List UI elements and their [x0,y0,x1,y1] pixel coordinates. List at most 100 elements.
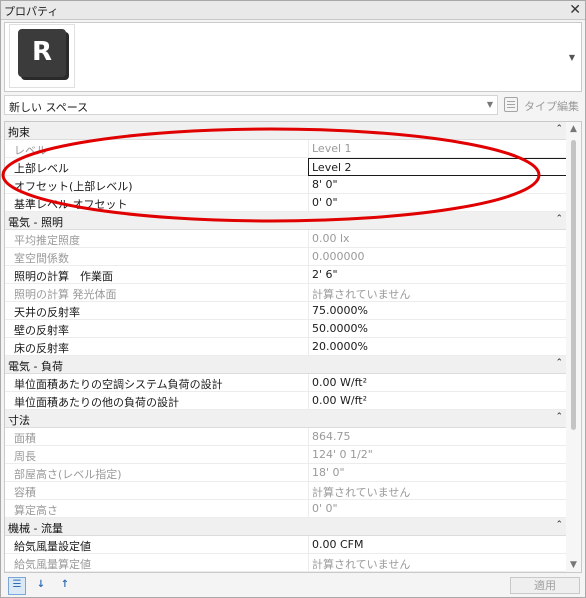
property-name: 照明の計算 作業面 [14,270,113,283]
scroll-thumb[interactable] [571,140,576,430]
property-value: 0.00 CFM [312,538,364,551]
chevron-down-icon[interactable]: ▼ [569,53,575,62]
sort-descending-button[interactable]: ↑ [56,577,74,595]
group-header[interactable]: 寸法 ⌃ [5,410,567,428]
property-value: 18' 0" [312,466,345,479]
property-row: 単位面積あたりの空調システム負荷の設計 0.00 W/ft² [5,374,567,392]
properties-grid[interactable]: 拘束 ⌃ レベル Level 1 上部レベル Level 2 オフセット(上部レベル) 8' … [4,121,582,573]
collapse-icon[interactable]: ⌃ [555,124,563,134]
property-row: 平均推定照度 0.00 lx [5,230,567,248]
property-value: 2' 6" [312,268,338,281]
property-value-field[interactable]: 50.0000% [308,320,567,337]
property-value: 0.00 W/ft² [312,394,367,407]
property-name: 算定高さ [14,504,58,517]
property-row: レベル Level 1 [5,140,567,158]
property-name: 床の反射率 [14,342,69,355]
footer-bar: ☰ ↓ ↑ 適用 [4,576,582,596]
property-value-field[interactable]: 75.0000% [308,302,567,319]
type-preview[interactable]: R ▼ [4,22,582,92]
property-value-field[interactable]: 0.00 W/ft² [308,392,567,409]
property-value: 0.00 W/ft² [312,376,367,389]
property-row: 室空間係数 0.000000 [5,248,567,266]
collapse-icon[interactable]: ⌃ [555,520,563,530]
property-row: 面積 864.75 [5,428,567,446]
group-header[interactable]: 電気 - 照明 ⌃ [5,212,567,230]
property-value-field-active[interactable]: Level 2 [308,158,581,176]
group-title: 拘束 [8,126,30,139]
property-row: 算定高さ 0' 0" [5,500,567,518]
property-value-field: 計算されていません [308,482,567,499]
group-header[interactable]: 拘束 ⌃ [5,122,567,140]
property-name: 単位面積あたりの他の負荷の設計 [14,396,179,409]
property-value-field[interactable]: 0.00 CFM [308,536,567,553]
property-name: 上部レベル [14,162,69,175]
categorized-view-button[interactable]: ☰ [8,577,26,595]
group-header[interactable]: 機械 - 流量 ⌃ [5,518,567,536]
property-row: 容積 計算されていません [5,482,567,500]
property-name: 給気風量算定値 [14,558,91,571]
property-value-field[interactable]: 20.0000% [308,338,567,355]
close-icon[interactable]: ✕ [569,1,581,19]
property-value-field[interactable]: 8' 0" [308,176,567,193]
property-row: 基準レベル オフセット 0' 0" [5,194,567,212]
instance-selector-row: 新しい スペース ▼ タイプ編集 [4,95,582,115]
window-title: プロパティ [4,5,59,18]
property-row: 給気風量算定値 計算されていません [5,554,567,572]
property-row: 部屋高さ(レベル指定) 18' 0" [5,464,567,482]
group-title: 電気 - 負荷 [8,360,63,373]
chevron-down-icon: ▼ [486,100,493,109]
property-row: 給気風量設定値 0.00 CFM [5,536,567,554]
property-value: 0' 0" [312,502,338,515]
edit-type-button[interactable]: タイプ編集 [502,95,582,115]
sort-za-icon: ↑ [60,579,70,590]
property-value: Level 2 [312,161,352,174]
property-value: 計算されていません [312,486,411,499]
scroll-down-icon[interactable]: ▼ [566,560,581,570]
sort-ascending-button[interactable]: ↓ [32,577,50,595]
property-name: 壁の反射率 [14,324,69,337]
property-row: 壁の反射率 50.0000% [5,320,567,338]
scroll-up-icon[interactable]: ▲ [566,124,581,134]
property-value-field[interactable]: 2' 6" [308,266,567,283]
property-value: Level 1 [312,142,352,155]
property-value-field: Level 1 [308,140,567,157]
property-value: 0.00 lx [312,232,350,245]
property-value-field: 計算されていません [308,554,567,571]
vertical-scrollbar[interactable]: ▲ ▼ [566,122,581,572]
property-row: 周長 124' 0 1/2" [5,446,567,464]
property-value: 50.0000% [312,322,368,335]
categorized-icon: ☰ [12,579,22,590]
group-title: 寸法 [8,414,30,427]
property-name: 周長 [14,450,36,463]
edit-type-label: タイプ編集 [524,100,579,113]
instance-filter-value: 新しい スペース [9,101,89,114]
property-name: 平均推定照度 [14,234,80,247]
instance-filter-dropdown[interactable]: 新しい スペース ▼ [4,95,498,115]
property-name: 部屋高さ(レベル指定) [14,468,122,481]
property-row: 照明の計算 発光体面 計算されていません [5,284,567,302]
apply-button[interactable]: 適用 [510,577,580,594]
collapse-icon[interactable]: ⌃ [555,358,563,368]
property-value: 8' 0" [312,178,338,191]
properties-palette: プロパティ ✕ R ▼ 新しい スペース ▼ タイプ編集 拘束 ⌃ レベル Level… [0,0,586,598]
property-name: 容積 [14,486,36,499]
collapse-icon[interactable]: ⌃ [555,412,563,422]
properties-rows: 拘束 ⌃ レベル Level 1 上部レベル Level 2 オフセット(上部レベル) 8' … [5,122,581,572]
property-row: 照明の計算 作業面 2' 6" [5,266,567,284]
property-row: オフセット(上部レベル) 8' 0" [5,176,567,194]
property-row: 上部レベル Level 2 [5,158,581,176]
group-header[interactable]: 電気 - 負荷 ⌃ [5,356,567,374]
group-title: 電気 - 照明 [8,216,63,229]
property-value-field: 計算されていません [308,284,567,301]
property-value: 20.0000% [312,340,368,353]
property-row: 床の反射率 20.0000% [5,338,567,356]
property-value-field[interactable]: 0.00 W/ft² [308,374,567,391]
property-value-field[interactable]: 0' 0" [308,194,567,211]
property-value: 75.0000% [312,304,368,317]
property-value: 計算されていません [312,558,411,571]
revit-logo-icon: R [18,29,66,77]
property-row: 天井の反射率 75.0000% [5,302,567,320]
collapse-icon[interactable]: ⌃ [555,214,563,224]
property-value: 0' 0" [312,196,338,209]
property-row: 単位面積あたりの他の負荷の設計 0.00 W/ft² [5,392,567,410]
